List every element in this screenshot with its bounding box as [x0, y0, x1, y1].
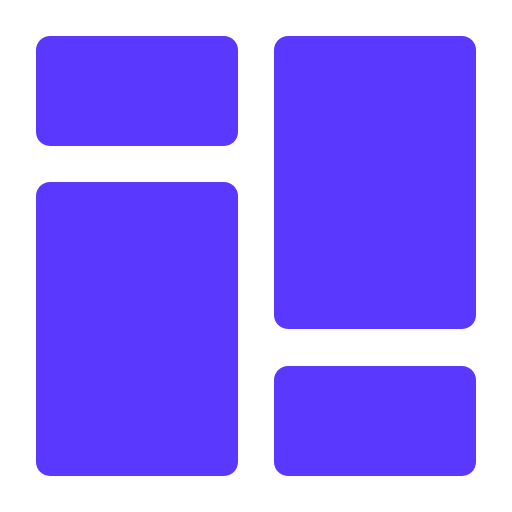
- layout-panel-top-right: [274, 36, 476, 329]
- layout-panel-top-left: [36, 36, 238, 146]
- layout-panel-bottom-right: [274, 366, 476, 476]
- dashboard-layout-icon: [0, 0, 512, 512]
- layout-panel-bottom-left: [36, 182, 238, 476]
